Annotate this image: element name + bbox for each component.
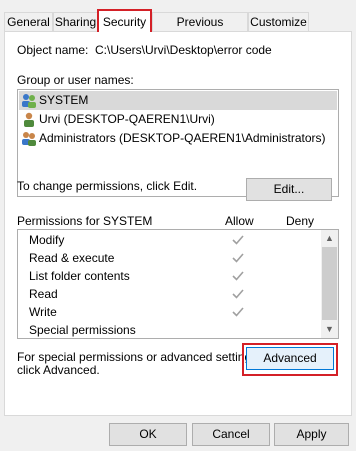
permission-read: Read [29, 287, 58, 301]
user-row-administrators[interactable]: Administrators (DESKTOP-QAEREN1\Administ… [19, 129, 337, 148]
tab-general[interactable]: General [4, 12, 53, 31]
user-name: Administrators (DESKTOP-QAEREN1\Administ… [39, 131, 326, 145]
deny-column-header: Deny [286, 214, 315, 228]
allow-checkmark-icon [232, 307, 244, 317]
tab-previous-versions[interactable]: Previous Versions [152, 12, 248, 47]
tab-sharing[interactable]: Sharing [53, 12, 98, 31]
user-name: SYSTEM [39, 93, 89, 107]
permission-special: Special permissions [29, 323, 136, 337]
permissions-scrollbar[interactable]: ▲ ▼ [321, 230, 338, 338]
apply-button[interactable]: Apply [274, 423, 349, 446]
user-icon [24, 112, 34, 127]
change-permissions-text: To change permissions, click Edit. [17, 179, 198, 193]
advanced-button[interactable]: Advanced [246, 347, 334, 370]
allow-checkmark-icon [232, 271, 244, 281]
user-name: Urvi (DESKTOP-QAEREN1\Urvi) [39, 112, 215, 126]
group-user-names-label: Group or user names: [17, 73, 134, 87]
security-panel: Object name: C:\Users\Urvi\Desktop\error… [4, 31, 352, 416]
admin-users-icon [22, 132, 36, 146]
allow-checkmark-icon [232, 253, 244, 263]
permission-write: Write [29, 305, 57, 319]
special-permissions-text-line1: For special permissions or advanced sett… [17, 350, 261, 364]
scroll-down-icon[interactable]: ▼ [321, 321, 338, 338]
allow-checkmark-icon [232, 289, 244, 299]
tab-customize[interactable]: Customize [248, 12, 309, 31]
permission-list-folder-contents: List folder contents [29, 269, 130, 283]
cancel-button[interactable]: Cancel [192, 423, 270, 446]
system-users-icon [22, 94, 36, 108]
allow-column-header: Allow [225, 214, 254, 228]
permissions-for-label: Permissions for SYSTEM [17, 214, 153, 228]
user-row-urvi[interactable]: Urvi (DESKTOP-QAEREN1\Urvi) [19, 110, 337, 129]
scroll-up-icon[interactable]: ▲ [321, 230, 338, 247]
user-row-system[interactable]: SYSTEM [19, 91, 337, 110]
allow-checkmark-icon [232, 235, 244, 245]
permission-read-execute: Read & execute [29, 251, 115, 265]
ok-button[interactable]: OK [109, 423, 187, 446]
object-name-value: C:\Users\Urvi\Desktop\error code [95, 43, 272, 57]
tab-security[interactable]: Security [97, 9, 152, 32]
permission-modify: Modify [29, 233, 65, 247]
special-permissions-text-line2: click Advanced. [17, 363, 100, 377]
edit-button[interactable]: Edit... [246, 178, 332, 201]
scrollbar-thumb[interactable] [322, 247, 337, 320]
permissions-list[interactable]: Modify Read & execute List folder conten… [17, 229, 339, 339]
object-name-label: Object name: [17, 43, 89, 57]
